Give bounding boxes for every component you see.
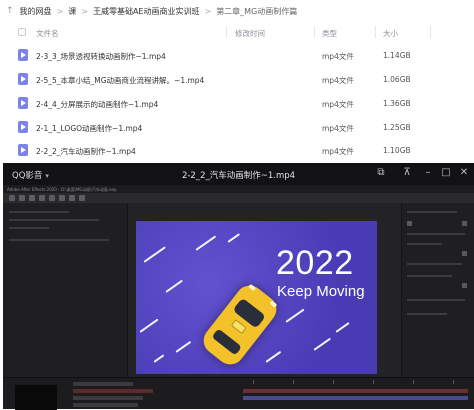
file-name[interactable]: 2-1_1_LOGO动画制作~1.mp4 (36, 123, 142, 134)
file-type: mp4文件 (322, 76, 354, 85)
breadcrumb-separator: > (56, 6, 64, 16)
ae-project-panel (3, 203, 128, 377)
tool-icon (19, 195, 25, 201)
file-browser: ↑ 我的网盘 > 课 > 王威零基础AE动画商业实训班 > 第二章_MG动画制作… (0, 0, 474, 163)
ae-menu-bar: Adobe After Effects 2020 - D:\桌面\MG动画\汽车… (3, 185, 474, 193)
breadcrumb-item[interactable]: 我的网盘 (20, 6, 52, 17)
composition-viewer: 2022 Keep Moving (136, 221, 377, 374)
minimize-icon[interactable]: – (421, 167, 435, 178)
timeline-tick (253, 380, 254, 384)
pip-icon[interactable]: ⧉ (374, 167, 388, 178)
file-row[interactable]: 2-3_3_场景透视转换动画制作~1.mp4 mp4文件 1.14GB (0, 43, 474, 67)
breadcrumb-separator: > (204, 6, 212, 16)
column-header-type[interactable]: 类型 (322, 28, 337, 39)
breadcrumb-item[interactable]: 课 (68, 6, 76, 17)
breadcrumb-item[interactable]: 王威零基础AE动画商业实训班 (93, 6, 200, 17)
file-type: mp4文件 (322, 100, 354, 109)
column-divider (314, 26, 315, 38)
timeline-thumbnail (15, 385, 57, 410)
panel-line (407, 299, 465, 301)
panel-line (407, 243, 442, 245)
video-file-icon (18, 97, 28, 109)
layer-row (73, 396, 143, 400)
file-type: mp4文件 (322, 124, 354, 133)
timeline-bar (243, 389, 468, 393)
file-name[interactable]: 2-5_5_本章小结_MG动画商业流程讲解。~1.mp4 (36, 75, 204, 86)
title-tagline: Keep Moving (277, 283, 365, 300)
column-header-size[interactable]: 大小 (383, 28, 398, 39)
panel-line (9, 211, 69, 213)
file-row[interactable]: 2-4_4_分屏展示的动画制作~1.mp4 mp4文件 1.36GB (0, 91, 474, 115)
file-row[interactable]: 2-5_5_本章小结_MG动画商业流程讲解。~1.mp4 mp4文件 1.06G… (0, 67, 474, 91)
timeline-tick (453, 380, 454, 384)
file-size: 1.14GB (383, 51, 411, 60)
file-name[interactable]: 2-3_3_场景透视转换动画制作~1.mp4 (36, 51, 166, 62)
pin-icon[interactable]: ⊼ (400, 167, 414, 178)
panel-line (407, 233, 465, 235)
close-icon[interactable]: ✕ (457, 167, 471, 178)
timeline-tick (373, 380, 374, 384)
tool-icon (49, 195, 55, 201)
file-size: 1.06GB (383, 75, 411, 84)
panel-line (9, 227, 49, 229)
file-list-header: 文件名 修改时间 类型 大小 (0, 22, 474, 42)
video-file-icon (18, 73, 28, 85)
column-divider (226, 26, 227, 38)
timeline-tick (333, 380, 334, 384)
panel-swatch (462, 221, 467, 226)
panel-line (407, 211, 457, 213)
player-title-bar: QQ影音 ▾ 2-2_2_汽车动画制作~1.mp4 ⧉ ⊼ – □ ✕ (3, 163, 474, 185)
tool-icon (69, 195, 75, 201)
file-type: mp4文件 (322, 147, 354, 156)
column-divider (430, 26, 431, 38)
tool-icon (9, 195, 15, 201)
timeline-bar (243, 396, 468, 400)
video-file-icon (18, 121, 28, 133)
arrow-up-icon[interactable]: ↑ (6, 6, 14, 16)
timeline-tick (293, 380, 294, 384)
tool-icon (79, 195, 85, 201)
ae-properties-panel (401, 203, 474, 377)
layer-row (73, 403, 138, 407)
file-size: 1.10GB (383, 146, 411, 155)
file-name[interactable]: 2-2_2_汽车动画制作~1.mp4 (36, 146, 136, 157)
column-header-name[interactable]: 文件名 (36, 28, 59, 39)
file-size: 1.25GB (383, 123, 411, 132)
ae-toolbar (3, 193, 474, 203)
panel-line (9, 239, 109, 241)
ae-timeline-panel (3, 377, 474, 410)
video-frame[interactable]: Adobe After Effects 2020 - D:\桌面\MG动画\汽车… (3, 185, 474, 410)
panel-swatch (462, 283, 467, 288)
layer-row (73, 382, 133, 386)
tool-icon (39, 195, 45, 201)
timeline-tick (413, 380, 414, 384)
panel-line (407, 275, 452, 277)
breadcrumb-item[interactable]: 第二章_MG动画制作篇 (216, 6, 297, 17)
file-size: 1.36GB (383, 99, 411, 108)
panel-line (9, 219, 99, 221)
maximize-icon[interactable]: □ (439, 167, 453, 178)
video-player-window: QQ影音 ▾ 2-2_2_汽车动画制作~1.mp4 ⧉ ⊼ – □ ✕ Adobe… (3, 163, 474, 410)
file-type: mp4文件 (322, 52, 354, 61)
column-header-modified[interactable]: 修改时间 (235, 28, 265, 39)
file-row[interactable]: 2-1_1_LOGO动画制作~1.mp4 mp4文件 1.25GB (0, 115, 474, 139)
tool-icon (59, 195, 65, 201)
tool-icon (29, 195, 35, 201)
panel-line (407, 313, 447, 315)
panel-swatch (462, 251, 467, 256)
panel-swatch (407, 221, 412, 226)
file-row[interactable]: 2-2_2_汽车动画制作~1.mp4 mp4文件 1.10GB (0, 138, 474, 162)
file-name[interactable]: 2-4_4_分屏展示的动画制作~1.mp4 (36, 99, 158, 110)
breadcrumb: ↑ 我的网盘 > 课 > 王威零基础AE动画商业实训班 > 第二章_MG动画制作… (0, 0, 474, 22)
layer-row (73, 389, 153, 393)
checkbox-icon[interactable] (18, 28, 26, 36)
video-file-icon (18, 49, 28, 61)
column-divider (375, 26, 376, 38)
title-year: 2022 (276, 244, 354, 282)
panel-line (407, 263, 462, 265)
video-file-icon (18, 144, 28, 156)
breadcrumb-separator: > (81, 6, 88, 16)
